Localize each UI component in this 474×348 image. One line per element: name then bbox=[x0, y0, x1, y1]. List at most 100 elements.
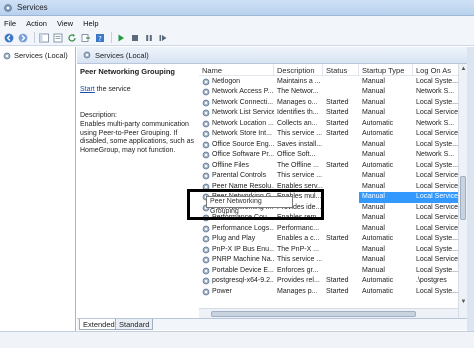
forward-icon[interactable] bbox=[17, 32, 29, 44]
column-header-logon[interactable]: Log On As bbox=[413, 64, 458, 76]
cell-startup: Manual bbox=[362, 193, 385, 200]
cell-logon: Local Syste... bbox=[416, 287, 458, 295]
cell-logon: Local Service bbox=[416, 109, 458, 116]
cell-startup: Manual bbox=[362, 214, 385, 221]
vertical-scroll-thumb[interactable] bbox=[460, 176, 466, 220]
cell-status bbox=[326, 192, 359, 203]
horizontal-scrollbar[interactable] bbox=[199, 308, 458, 318]
menu-help[interactable]: Help bbox=[83, 19, 98, 28]
start-service-row: Start the service bbox=[80, 86, 131, 93]
stop-icon[interactable] bbox=[129, 32, 141, 44]
cell-description: Maintains a ... bbox=[277, 77, 321, 85]
menu-action[interactable]: Action bbox=[26, 19, 47, 28]
table-row[interactable]: Plug and Play Enables a c... Started Automa… bbox=[199, 234, 458, 245]
tree-item-services-local[interactable]: Services (Local) bbox=[3, 51, 68, 60]
service-name: Network Access P... bbox=[212, 88, 274, 95]
menu-bar: File Action View Help bbox=[0, 16, 474, 30]
tab-standard[interactable]: Standard bbox=[115, 319, 154, 330]
restart-icon[interactable] bbox=[157, 32, 169, 44]
menu-view[interactable]: View bbox=[57, 19, 73, 28]
table-row[interactable]: Network List Service Identifies th... Star… bbox=[199, 108, 458, 119]
start-icon[interactable] bbox=[115, 32, 127, 44]
service-gear-icon bbox=[202, 162, 210, 170]
cell-status bbox=[326, 171, 359, 182]
service-gear-icon bbox=[202, 78, 210, 86]
cell-startup: Automatic bbox=[362, 119, 394, 127]
service-title: Peer Networking Grouping bbox=[80, 67, 176, 76]
cell-status bbox=[326, 255, 359, 266]
properties-icon[interactable] bbox=[52, 32, 64, 44]
status-bar bbox=[0, 331, 474, 348]
start-service-link[interactable]: Start bbox=[80, 86, 95, 93]
table-row[interactable]: Portable Device E... Enforces gr... Manual… bbox=[199, 266, 458, 277]
cell-logon: Local Service bbox=[416, 172, 458, 179]
horizontal-scroll-thumb[interactable] bbox=[211, 311, 416, 317]
cell-startup: Manual bbox=[362, 77, 385, 85]
cell-status bbox=[326, 77, 359, 88]
scroll-up-icon[interactable]: ▲ bbox=[460, 65, 467, 73]
console-tree-icon[interactable] bbox=[38, 32, 50, 44]
vertical-scrollbar[interactable]: ▲ ▼ bbox=[458, 64, 467, 318]
column-header-description[interactable]: Description bbox=[274, 64, 323, 76]
cell-name: Plug and Play bbox=[202, 234, 274, 245]
cell-name: Network Connecti... bbox=[202, 98, 274, 109]
table-row[interactable]: PnP-X IP Bus Enu... The PnP-X ... Manual Lo… bbox=[199, 245, 458, 256]
menu-file[interactable]: File bbox=[4, 19, 16, 28]
column-header-row: Name Description Status Startup Type Log… bbox=[199, 64, 458, 76]
table-row[interactable]: Office Software Pr... Office Soft... Manua… bbox=[199, 150, 458, 161]
refresh-icon[interactable] bbox=[66, 32, 78, 44]
table-row[interactable]: postgresql-x64-9.2... Provides rel... Star… bbox=[199, 276, 458, 287]
service-name: Parental Controls bbox=[212, 172, 267, 179]
column-header-startup-type[interactable]: Startup Type bbox=[359, 64, 413, 76]
table-row[interactable]: Network Store Int... This service ... Star… bbox=[199, 129, 458, 140]
cell-name: Network Access P... bbox=[202, 87, 274, 98]
cell-name: Performance Logs... bbox=[202, 224, 274, 235]
column-header-status[interactable]: Status bbox=[323, 64, 359, 76]
cell-description: Manages p... bbox=[277, 287, 318, 295]
cell-startup: Manual bbox=[362, 203, 385, 211]
service-name: Office Software Pr... bbox=[212, 151, 274, 158]
cell-description: This service ... bbox=[277, 172, 323, 179]
cell-logon: Local Syste... bbox=[416, 77, 458, 85]
toolbar-separator bbox=[111, 32, 112, 43]
table-row[interactable]: Power Manages p... Started Automatic Local S… bbox=[199, 287, 458, 298]
cell-status: Started bbox=[326, 130, 349, 137]
table-row[interactable]: Netlogon Maintains a ... Manual Local Syste… bbox=[199, 77, 458, 88]
table-row[interactable]: PNRP Machine Na... This service ... Manual… bbox=[199, 255, 458, 266]
service-gear-icon bbox=[202, 288, 210, 296]
pause-icon[interactable] bbox=[143, 32, 155, 44]
table-row[interactable]: Network Connecti... Manages o... Started Ma… bbox=[199, 98, 458, 109]
service-name: Network List Service bbox=[212, 109, 274, 116]
cell-name: Network Location ... bbox=[202, 119, 274, 130]
view-tabs: Extended Standard bbox=[77, 318, 467, 330]
table-row[interactable]: Performance Logs... Performanc... Manual Lo… bbox=[199, 224, 458, 235]
service-name: Offline Files bbox=[212, 161, 249, 169]
cell-startup: Manual bbox=[362, 88, 385, 95]
export-icon[interactable] bbox=[80, 32, 92, 44]
table-row[interactable]: Parental Controls This service ... Manual L… bbox=[199, 171, 458, 182]
scroll-down-icon[interactable]: ▼ bbox=[460, 298, 467, 306]
cell-startup: Automatic bbox=[362, 235, 394, 242]
cell-logon: Local Syste... bbox=[416, 245, 458, 253]
column-header-name[interactable]: Name bbox=[199, 64, 274, 76]
table-row[interactable]: Offline Files The Offline ... Started Autom… bbox=[199, 161, 458, 172]
cell-name: Office Source Eng... bbox=[202, 140, 274, 151]
help-icon[interactable]: ? bbox=[94, 32, 106, 44]
service-gear-icon bbox=[202, 256, 210, 264]
tree-item-label: Services (Local) bbox=[14, 51, 68, 60]
table-row[interactable]: Office Source Eng... Saves install... Manu… bbox=[199, 140, 458, 151]
cell-logon: Local Service bbox=[416, 214, 458, 221]
cell-logon: Network S... bbox=[416, 88, 455, 95]
service-name: Power bbox=[212, 287, 232, 295]
service-name: Performance Logs... bbox=[212, 224, 274, 232]
cell-status: Started bbox=[326, 235, 349, 242]
table-row[interactable]: Network Access P... The Networ... Manual Ne… bbox=[199, 87, 458, 98]
service-gear-icon bbox=[202, 246, 210, 254]
cell-name: PnP-X IP Bus Enu... bbox=[202, 245, 274, 256]
service-gear-icon bbox=[202, 99, 210, 107]
tab-extended[interactable]: Extended bbox=[79, 319, 119, 330]
cell-startup: Automatic bbox=[362, 287, 394, 295]
table-row[interactable]: Network Location ... Collects an... Starte… bbox=[199, 119, 458, 130]
back-icon[interactable] bbox=[3, 32, 15, 44]
cell-name: Portable Device E... bbox=[202, 266, 274, 277]
